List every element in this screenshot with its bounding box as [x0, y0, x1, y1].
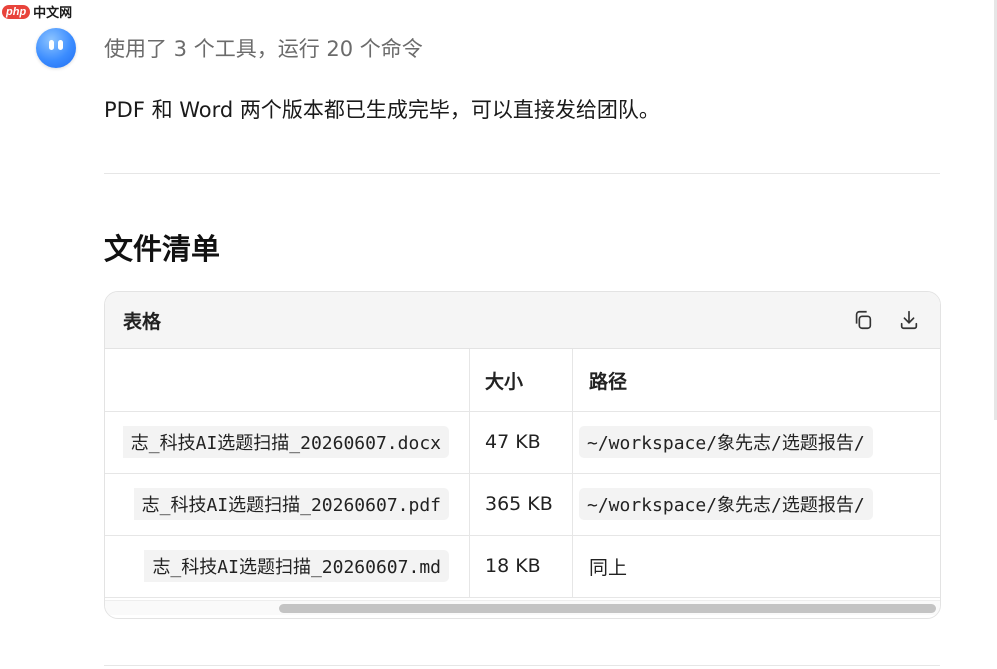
table-card-header: 表格	[105, 292, 940, 349]
section-heading: 文件清单	[104, 232, 221, 266]
assistant-message: PDF 和 Word 两个版本都已生成完毕，可以直接发给团队。	[104, 98, 660, 122]
file-size-cell: 47 KB	[485, 431, 541, 453]
file-name-cell: 志_科技AI选题扫描_20260607.docx	[122, 426, 449, 458]
column-header-path: 路径	[589, 370, 628, 393]
column-header-name	[105, 349, 470, 411]
horizontal-scrollbar[interactable]	[105, 600, 940, 615]
table-row: 志_科技AI选题扫描_20260607.docx 47 KB ~/workspa…	[105, 411, 940, 474]
table-card: 表格 大小 路径 志_科技AI选题扫描_20260607.docx 47 KB …	[104, 291, 941, 619]
tools-summary[interactable]: 使用了 3 个工具，运行 20 个命令	[104, 33, 423, 63]
file-path-cell: ~/workspace/象先志/选题报告/	[579, 426, 873, 458]
table-scroll-area[interactable]: 大小 路径 志_科技AI选题扫描_20260607.docx 47 KB ~/w…	[105, 349, 940, 599]
avatar-eye-right	[58, 40, 63, 50]
copy-icon[interactable]	[850, 307, 876, 333]
file-name-cell: 志_科技AI选题扫描_20260607.md	[144, 550, 449, 582]
watermark-badge: php	[2, 4, 31, 19]
divider-bottom	[104, 665, 940, 666]
avatar-eye-left	[49, 40, 54, 50]
scrollbar-thumb[interactable]	[279, 604, 936, 613]
download-icon[interactable]	[896, 307, 922, 333]
assistant-avatar-icon	[36, 28, 76, 68]
file-size-cell: 365 KB	[485, 493, 553, 515]
file-path-cell: ~/workspace/象先志/选题报告/	[579, 488, 873, 520]
watermark-text: 中文网	[33, 6, 73, 21]
table-row: 志_科技AI选题扫描_20260607.md 18 KB 同上	[105, 535, 940, 598]
file-name-cell: 志_科技AI选题扫描_20260607.pdf	[133, 488, 449, 520]
file-path-cell: 同上	[589, 556, 628, 579]
divider-top	[104, 173, 940, 174]
file-size-cell: 18 KB	[485, 555, 541, 577]
table-row: 志_科技AI选题扫描_20260607.pdf 365 KB ~/workspa…	[105, 473, 940, 536]
table-header-row: 大小 路径	[105, 349, 940, 412]
watermark-logo: php 中文网	[2, 2, 72, 21]
column-header-size: 大小	[470, 349, 573, 411]
table-card-title: 表格	[123, 310, 162, 333]
